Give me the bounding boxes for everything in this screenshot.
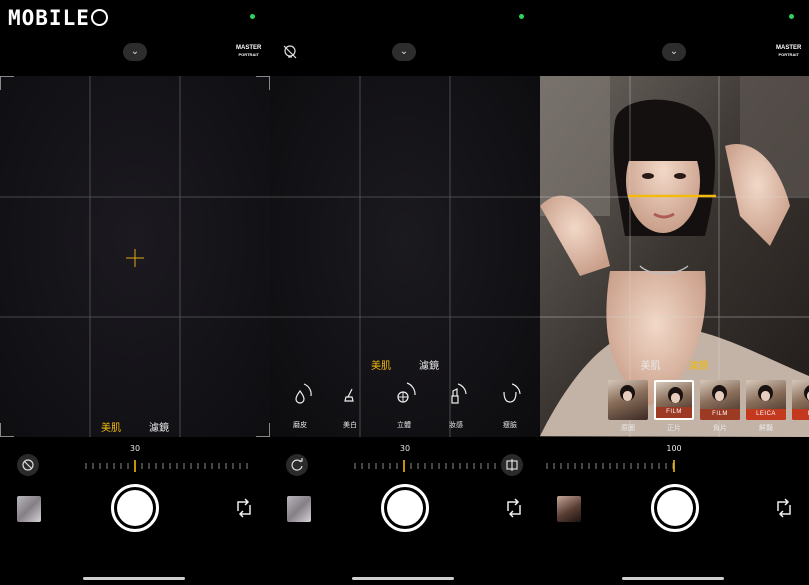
portrait-label: PORTRAIT	[778, 52, 799, 57]
logo-mark-icon	[90, 9, 108, 26]
mode-tabs: 美肌 濾鏡	[0, 419, 270, 434]
filter-tag: LE	[792, 409, 809, 420]
filter-strip: 原圖 FILM 正片 FILM 負片 LEICA 鮮豔 LE 自	[608, 380, 809, 436]
filter-original[interactable]	[608, 380, 648, 420]
tab-beauty[interactable]: 美肌	[371, 357, 391, 372]
reset-icon	[291, 458, 303, 471]
drop-icon	[295, 383, 312, 404]
frame-corner	[256, 76, 270, 90]
lipstick-icon	[451, 383, 467, 404]
logo-text: MOBILE	[8, 6, 90, 30]
shutter-button[interactable]	[381, 484, 429, 532]
filter-label: 負片	[713, 424, 727, 432]
filter-tag: FILM	[700, 409, 740, 420]
compare-icon	[506, 459, 518, 471]
dial-value: 100	[666, 444, 682, 453]
switch-camera-icon[interactable]	[234, 498, 254, 518]
switch-camera-icon[interactable]	[774, 498, 794, 518]
expand-chevron-button[interactable]: ⌄	[392, 43, 416, 61]
tool-contour[interactable]: 立體	[386, 378, 422, 430]
filter-natural[interactable]: LE	[792, 380, 809, 420]
frame-corner	[0, 76, 14, 90]
tab-filter[interactable]: 濾鏡	[689, 357, 709, 372]
intensity-dial-row: 30	[270, 438, 540, 478]
filter-positive[interactable]: FILM	[654, 380, 694, 420]
focus-crosshair-icon	[126, 249, 144, 267]
portrait-label: PORTRAIT	[238, 52, 259, 57]
tab-beauty[interactable]: 美肌	[101, 419, 121, 434]
master-label: MASTER	[236, 45, 262, 51]
disable-icon	[22, 459, 34, 471]
intensity-dial-row: 30	[0, 438, 270, 478]
filter-label: 鮮豔	[759, 424, 773, 432]
gallery-thumbnail[interactable]	[287, 496, 311, 522]
tool-makeup[interactable]: 妝感	[438, 378, 474, 430]
master-label: MASTER	[776, 45, 802, 51]
filter-label: 正片	[667, 424, 681, 432]
mode-tabs: 美肌 濾鏡	[270, 357, 540, 372]
status-dot-icon	[519, 14, 524, 19]
home-indicator[interactable]	[352, 577, 454, 580]
dial-value: 30	[129, 444, 141, 453]
camera-panel-2: ⌄ 美肌 濾鏡 磨皮 美白 立體 妝感 瘦臉 30	[270, 0, 540, 585]
intensity-slider[interactable]	[84, 460, 250, 472]
mode-tabs: 美肌 濾鏡	[540, 357, 809, 372]
reset-button[interactable]	[17, 454, 39, 476]
tool-slim-face[interactable]: 瘦臉	[492, 378, 528, 430]
switch-camera-icon[interactable]	[504, 498, 524, 518]
camera-panel-1: MOBILE ⌄ MASTER PORTRAIT 美肌 濾鏡 30	[0, 0, 270, 585]
intensity-slider[interactable]	[545, 460, 711, 472]
filter-label: 自	[792, 423, 809, 433]
intensity-slider[interactable]	[353, 460, 519, 472]
status-dot-icon	[789, 14, 794, 19]
filter-label: 原圖	[621, 424, 635, 432]
tool-label: 瘦臉	[503, 421, 517, 429]
tab-filter[interactable]: 濾鏡	[149, 419, 169, 434]
dial-value: 30	[399, 444, 411, 453]
mobile01-logo: MOBILE	[8, 6, 108, 30]
tool-label: 立體	[397, 421, 411, 429]
intensity-dial-row: 100	[540, 438, 809, 478]
beauty-tools: 磨皮 美白 立體 妝感 瘦臉	[270, 378, 540, 438]
master-portrait-badge[interactable]: MASTER PORTRAIT	[236, 45, 261, 57]
shutter-button[interactable]	[111, 484, 159, 532]
face-slim-icon	[503, 383, 521, 403]
shutter-button[interactable]	[651, 484, 699, 532]
filter-tag: LEICA	[746, 409, 786, 420]
filter-vivid[interactable]: LEICA	[746, 380, 786, 420]
tool-label: 磨皮	[293, 421, 307, 429]
viewfinder[interactable]	[0, 76, 270, 437]
flash-off-icon[interactable]	[282, 44, 298, 60]
tool-whiten[interactable]: 美白	[332, 378, 368, 430]
tab-filter[interactable]: 濾鏡	[419, 357, 439, 372]
expand-chevron-button[interactable]: ⌄	[662, 43, 686, 61]
home-indicator[interactable]	[83, 577, 185, 580]
filter-tag: FILM	[656, 407, 692, 418]
gallery-thumbnail[interactable]	[17, 496, 41, 522]
tab-beauty[interactable]: 美肌	[641, 357, 661, 372]
gallery-thumbnail[interactable]	[557, 496, 581, 522]
reset-button[interactable]	[286, 454, 308, 476]
home-indicator[interactable]	[622, 577, 724, 580]
master-portrait-badge[interactable]: MASTER PORTRAIT	[776, 45, 801, 57]
camera-panel-3: ⌄ MASTER PORTRAIT 美肌 濾鏡 原圖 FILM 正片 FILM …	[540, 0, 809, 585]
contour-icon	[397, 382, 416, 403]
tool-label: 妝感	[449, 421, 463, 429]
expand-chevron-button[interactable]: ⌄	[123, 43, 147, 61]
brush-icon	[344, 388, 354, 402]
tool-smooth[interactable]: 磨皮	[282, 378, 318, 430]
status-dot-icon	[250, 14, 255, 19]
compare-button[interactable]	[501, 454, 523, 476]
filter-negative[interactable]: FILM	[700, 380, 740, 420]
tool-label: 美白	[343, 421, 357, 429]
